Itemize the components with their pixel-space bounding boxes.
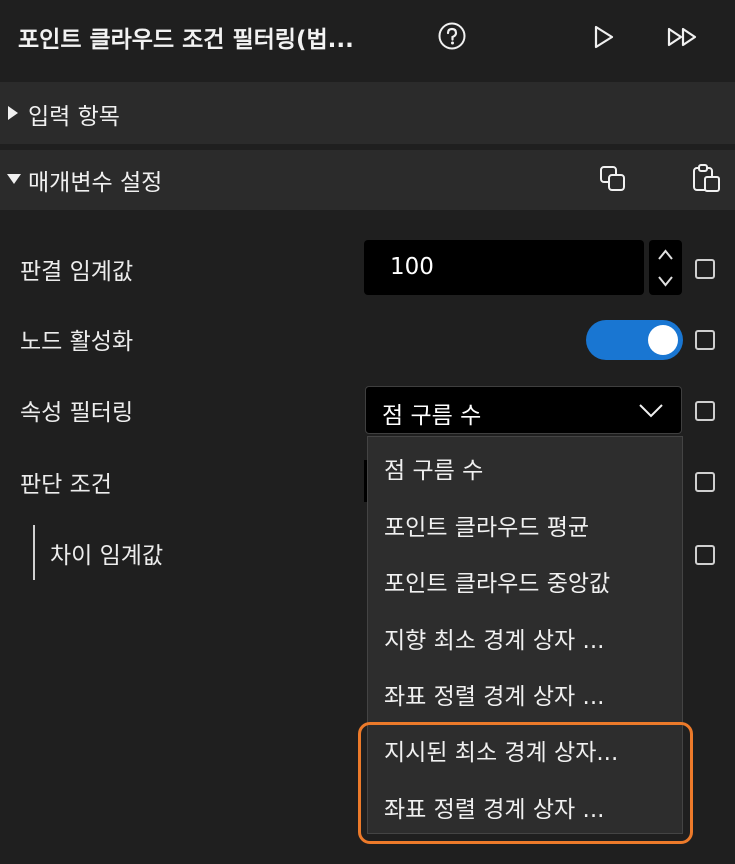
dropdown-option[interactable]: 포인트 클라우드 중앙값 xyxy=(384,564,610,598)
dropdown-option[interactable]: 포인트 클라우드 평균 xyxy=(384,508,589,542)
threshold-label: 판결 임계값 xyxy=(20,259,134,285)
input-section-header[interactable]: 입력 항목 xyxy=(0,82,735,144)
chevron-down-icon xyxy=(638,401,664,419)
params-section-label: 매개변수 설정 xyxy=(28,170,163,196)
indent-line xyxy=(33,525,35,580)
highlight-box xyxy=(358,722,693,844)
attr-filter-checkbox[interactable] xyxy=(695,401,715,421)
dropdown-option[interactable]: 좌표 정렬 경계 상자 ... xyxy=(384,677,604,711)
caret-down-icon xyxy=(6,172,22,186)
help-circle-icon[interactable] xyxy=(438,22,466,50)
judge-cond-label: 판단 조건 xyxy=(20,472,112,498)
input-section-label: 입력 항목 xyxy=(28,104,120,130)
threshold-value[interactable]: 100 xyxy=(390,254,434,280)
judge-cond-checkbox[interactable] xyxy=(695,472,715,492)
paste-icon[interactable] xyxy=(690,162,722,194)
node-active-checkbox[interactable] xyxy=(695,330,715,350)
attr-filter-selected: 점 구름 수 xyxy=(382,403,482,429)
play-icon[interactable] xyxy=(592,24,616,50)
threshold-stepper[interactable] xyxy=(649,240,682,295)
caret-right-icon xyxy=(6,104,20,122)
node-header: 포인트 클라우드 조건 필터링(법... xyxy=(0,0,735,76)
dropdown-option[interactable]: 지향 최소 경계 상자 ... xyxy=(384,621,604,655)
dropdown-option[interactable]: 점 구름 수 xyxy=(384,451,483,485)
threshold-input[interactable]: 100 xyxy=(364,240,644,295)
fast-forward-icon[interactable] xyxy=(666,26,700,48)
diff-threshold-label: 차이 임계값 xyxy=(50,543,164,569)
node-title: 포인트 클라우드 조건 필터링(법... xyxy=(18,27,354,53)
copy-icon[interactable] xyxy=(598,164,628,194)
threshold-checkbox[interactable] xyxy=(695,259,715,279)
node-active-toggle[interactable] xyxy=(586,320,683,360)
toggle-knob xyxy=(648,325,678,355)
diff-threshold-checkbox[interactable] xyxy=(695,545,715,565)
attr-filter-select[interactable]: 점 구름 수 xyxy=(365,386,682,434)
node-active-label: 노드 활성화 xyxy=(20,329,134,355)
attr-filter-label: 속성 필터링 xyxy=(20,400,134,426)
